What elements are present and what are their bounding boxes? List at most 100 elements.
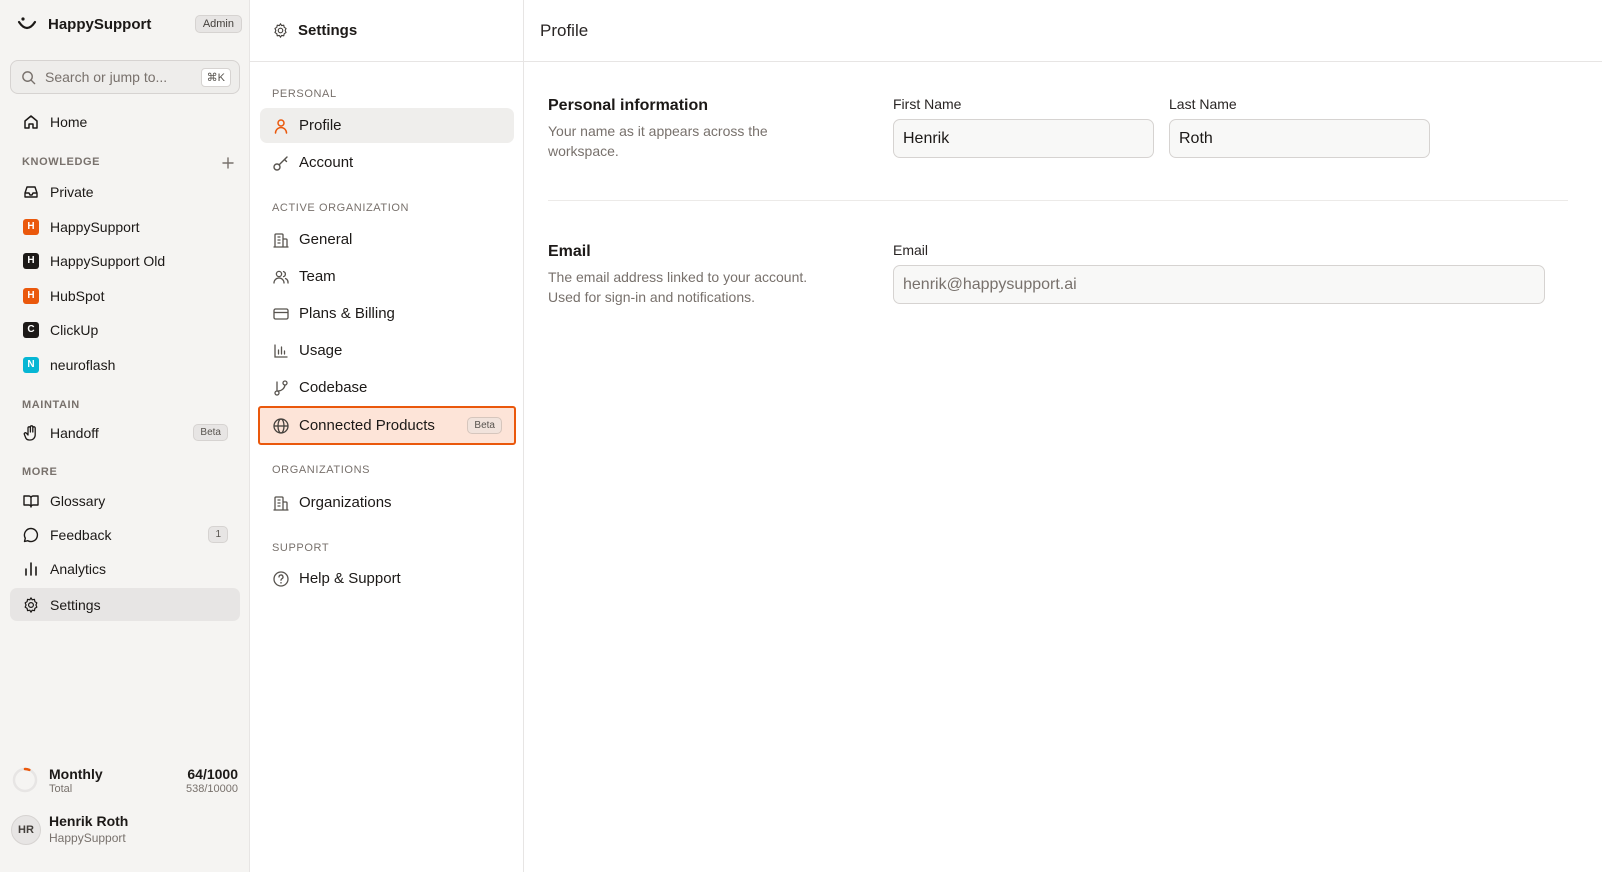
- brand: HappySupport Admin: [16, 13, 242, 35]
- feedback-count-badge: 1: [208, 526, 228, 543]
- section-title-personal: Personal information: [548, 97, 709, 114]
- settings-header: Settings: [250, 0, 524, 62]
- sidebar-item-glossary[interactable]: Glossary: [10, 484, 240, 517]
- settings-item-label: Connected Products: [299, 417, 435, 434]
- settings-item-label: Codebase: [299, 379, 368, 396]
- settings-item-usage[interactable]: Usage: [260, 333, 514, 368]
- sidebar-item-clickup[interactable]: C ClickUp: [10, 313, 240, 346]
- sidebar-item-happysupport-old[interactable]: H HappySupport Old: [10, 244, 240, 277]
- settings-item-label: Plans & Billing: [299, 305, 395, 322]
- usage-meter: Monthly Total 64/1000 538/10000: [12, 763, 240, 799]
- main-content: Profile Personal information Your name a…: [524, 0, 1602, 872]
- sidebar-item-happysupport[interactable]: H HappySupport: [10, 210, 240, 243]
- email-label: Email: [893, 242, 929, 258]
- beta-badge: Beta: [467, 417, 502, 434]
- settings-item-label: Organizations: [299, 494, 392, 511]
- sidebar-item-label: Private: [50, 183, 94, 200]
- settings-item-organizations[interactable]: Organizations: [260, 485, 514, 520]
- email-field[interactable]: henrik@happysupport.ai: [893, 265, 1545, 304]
- settings-item-help[interactable]: Help & Support: [260, 561, 514, 596]
- last-name-label: Last Name: [1169, 96, 1237, 112]
- settings-title: Settings: [298, 22, 358, 39]
- credit-card-icon: [272, 305, 290, 323]
- search-placeholder: Search or jump to...: [45, 69, 168, 85]
- workspace-badge: C: [23, 321, 39, 338]
- sidebar: HappySupport Admin Search or jump to... …: [0, 0, 250, 872]
- sidebar-item-label: Feedback: [50, 526, 112, 543]
- inbox-icon: [22, 183, 40, 201]
- settings-item-label: Usage: [299, 342, 343, 359]
- beta-badge: Beta: [193, 424, 228, 441]
- building-icon: [272, 231, 290, 249]
- first-name-field[interactable]: Henrik: [893, 119, 1154, 158]
- user-org: HappySupport: [49, 831, 126, 845]
- sidebar-item-private[interactable]: Private: [10, 175, 240, 208]
- sidebar-item-label: HappySupport: [50, 218, 140, 235]
- gear-icon: [272, 22, 289, 39]
- main-header: Profile: [524, 0, 1602, 62]
- settings-item-label: General: [299, 231, 353, 248]
- usage-ring-icon: [12, 767, 38, 793]
- section-title-email: Email: [548, 243, 591, 260]
- settings-item-label: Team: [299, 268, 336, 285]
- sidebar-item-neuroflash[interactable]: N neuroflash: [10, 348, 240, 381]
- settings-item-profile[interactable]: Profile: [260, 108, 514, 143]
- section-label-more: MORE: [22, 466, 58, 478]
- section-divider: [548, 200, 1568, 201]
- section-description-email: The email address linked to your account…: [548, 269, 808, 305]
- gear-icon: [22, 596, 40, 614]
- help-circle-icon: [272, 570, 290, 588]
- home-icon: [22, 113, 40, 131]
- user-icon: [272, 117, 290, 135]
- git-branch-icon: [272, 379, 290, 397]
- key-icon: [272, 154, 290, 172]
- sidebar-item-settings[interactable]: Settings: [10, 588, 240, 621]
- settings-item-billing[interactable]: Plans & Billing: [260, 296, 514, 331]
- sidebar-item-feedback[interactable]: Feedback 1: [10, 518, 240, 551]
- sidebar-item-label: HubSpot: [50, 287, 105, 304]
- app-name: HappySupport: [48, 15, 152, 33]
- settings-item-general[interactable]: General: [260, 222, 514, 257]
- settings-nav: Settings PERSONAL Profile Account ACTIVE…: [250, 0, 524, 872]
- sidebar-item-label: HappySupport Old: [50, 252, 166, 269]
- settings-item-team[interactable]: Team: [260, 259, 514, 294]
- settings-item-codebase[interactable]: Codebase: [260, 370, 514, 405]
- plus-icon: [222, 157, 234, 169]
- settings-item-label: Help & Support: [299, 570, 401, 587]
- add-knowledge-button[interactable]: [220, 155, 236, 171]
- section-label-organizations: ORGANIZATIONS: [272, 464, 371, 476]
- workspace-badge: H: [23, 287, 39, 304]
- user-menu[interactable]: HR Henrik Roth HappySupport: [10, 812, 240, 848]
- settings-item-connected-products[interactable]: Connected Products Beta: [258, 406, 516, 445]
- search-shortcut: ⌘K: [200, 67, 231, 87]
- sidebar-item-label: Settings: [50, 596, 101, 613]
- first-name-label: First Name: [893, 96, 962, 112]
- sidebar-item-hubspot[interactable]: H HubSpot: [10, 279, 240, 312]
- section-description-personal: Your name as it appears across the works…: [548, 123, 768, 159]
- page-title: Profile: [540, 20, 589, 40]
- smile-logo-icon: [16, 13, 38, 35]
- settings-item-label: Profile: [299, 117, 342, 134]
- sidebar-item-handoff[interactable]: Handoff Beta: [10, 416, 240, 449]
- last-name-field[interactable]: Roth: [1169, 119, 1430, 158]
- sidebar-item-label: Glossary: [50, 492, 106, 509]
- hand-icon: [22, 424, 40, 442]
- section-label-personal: PERSONAL: [272, 88, 337, 100]
- admin-badge: Admin: [194, 15, 242, 33]
- search-icon: [21, 70, 36, 85]
- section-label-maintain: MAINTAIN: [22, 399, 80, 411]
- workspace-badge: H: [23, 218, 39, 235]
- globe-icon: [272, 417, 290, 435]
- bar-chart-icon: [272, 342, 290, 360]
- sidebar-item-label: Handoff: [50, 424, 99, 441]
- sidebar-item-analytics[interactable]: Analytics: [10, 552, 240, 585]
- settings-item-account[interactable]: Account: [260, 145, 514, 180]
- sidebar-item-label: Home: [50, 113, 88, 130]
- search-bar[interactable]: Search or jump to... ⌘K: [10, 60, 240, 94]
- message-circle-icon: [22, 526, 40, 544]
- sidebar-item-label: ClickUp: [50, 321, 99, 338]
- section-label-support: SUPPORT: [272, 542, 330, 554]
- sidebar-item-home[interactable]: Home: [10, 105, 240, 138]
- usage-subtitle: Total: [49, 783, 73, 795]
- users-icon: [272, 268, 290, 286]
